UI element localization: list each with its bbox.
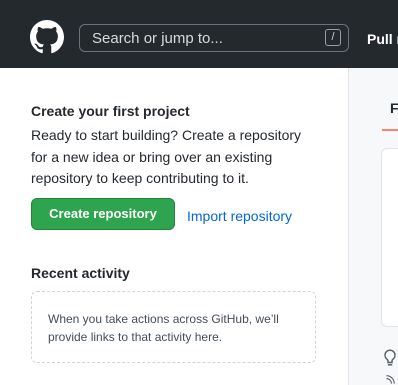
search-placeholder: Search or jump to... [92, 30, 223, 47]
create-repository-button[interactable]: Create repository [31, 198, 175, 230]
github-logo-icon[interactable] [30, 20, 64, 54]
recent-activity-empty-text: When you take actions across GitHub, we’… [48, 312, 279, 344]
create-project-heading: Create your first project [31, 103, 190, 119]
nav-pull-requests[interactable]: Pull r [367, 31, 398, 47]
recent-activity-empty-box: When you take actions across GitHub, we’… [31, 291, 316, 363]
lightbulb-icon [384, 349, 396, 366]
rss-icon [386, 375, 395, 384]
tab-following[interactable]: Fo [390, 100, 398, 116]
dashboard-right-column: Fo [348, 68, 398, 385]
active-tab-underline [382, 129, 398, 131]
create-project-description: Ready to start building? Create a reposi… [31, 127, 302, 186]
search-shortcut-key: / [325, 29, 341, 46]
search-input[interactable]: Search or jump to... / [79, 24, 349, 52]
dashboard-left-column: Create your first project Ready to start… [0, 68, 348, 385]
recent-activity-heading: Recent activity [31, 265, 130, 281]
global-header: Search or jump to... / Pull r [0, 0, 398, 68]
import-repository-link[interactable]: Import repository [187, 208, 292, 224]
feed-card [381, 148, 398, 327]
